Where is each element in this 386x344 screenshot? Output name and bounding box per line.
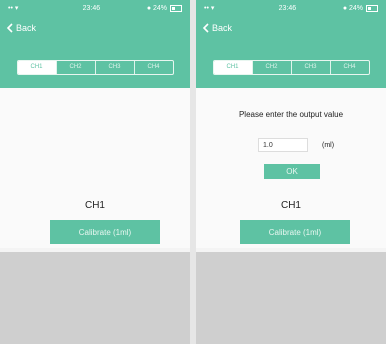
battery-indicator: ● 24% xyxy=(146,4,182,12)
channel-tabs: CH1 CH2 CH3 CH4 xyxy=(196,54,386,80)
input-row: (ml) xyxy=(258,138,334,152)
tab-ch2[interactable]: CH2 xyxy=(253,60,292,74)
tab-ch2[interactable]: CH2 xyxy=(57,60,96,74)
tabs-group: CH1 CH2 CH3 CH4 xyxy=(212,59,370,75)
nav-row: Back xyxy=(196,16,386,40)
two-phone-screens: •• ▾ 23:46 ● 24% Back CH1 CH2 CH3 CH4 CH… xyxy=(0,0,386,344)
content: CH1 Calibrate (1ml) xyxy=(0,88,190,248)
battery-icon xyxy=(170,4,182,12)
ok-button[interactable]: OK xyxy=(264,164,320,179)
tabs-group: CH1 CH2 CH3 CH4 xyxy=(16,59,174,75)
chevron-left-icon xyxy=(6,23,13,33)
unit-label: (ml) xyxy=(322,141,335,149)
calibrate-button[interactable]: Calibrate (1ml) xyxy=(240,220,350,244)
tab-ch1[interactable]: CH1 xyxy=(17,60,57,74)
battery-indicator: ● 24% xyxy=(342,4,378,12)
calibrate-button[interactable]: Calibrate (1ml) xyxy=(50,220,160,244)
output-value-input[interactable] xyxy=(258,138,308,152)
right-screen: •• ▾ 23:46 ● 24% Back CH1 CH2 CH3 CH4 Pl… xyxy=(196,0,386,344)
channel-tabs: CH1 CH2 CH3 CH4 xyxy=(0,54,190,80)
nav-row: Back xyxy=(0,16,190,40)
signal-indicator: •• ▾ xyxy=(204,5,215,12)
bottom-area xyxy=(196,252,386,344)
back-label: Back xyxy=(16,23,37,33)
tab-ch1[interactable]: CH1 xyxy=(213,60,253,74)
back-button[interactable]: Back xyxy=(202,23,232,33)
status-time: 23:46 xyxy=(278,4,297,12)
tab-ch3[interactable]: CH3 xyxy=(96,60,135,74)
header: •• ▾ 23:46 ● 24% Back CH1 CH2 CH3 CH4 xyxy=(0,0,190,88)
status-bar: •• ▾ 23:46 ● 24% xyxy=(0,0,190,16)
chevron-left-icon xyxy=(202,23,209,33)
signal-indicator: •• ▾ xyxy=(8,5,19,12)
status-time: 23:46 xyxy=(82,4,101,12)
left-screen: •• ▾ 23:46 ● 24% Back CH1 CH2 CH3 CH4 CH… xyxy=(0,0,190,344)
channel-label: CH1 xyxy=(280,200,301,211)
tab-ch3[interactable]: CH3 xyxy=(292,60,331,74)
tab-ch4[interactable]: CH4 xyxy=(331,61,369,74)
battery-icon xyxy=(366,4,378,12)
battery-text: ● 24% xyxy=(342,4,363,12)
battery-text: ● 24% xyxy=(146,4,167,12)
content: Please enter the output value (ml) OK CH… xyxy=(196,88,386,248)
header: •• ▾ 23:46 ● 24% Back CH1 CH2 CH3 CH4 xyxy=(196,0,386,88)
back-label: Back xyxy=(212,23,233,33)
status-bar: •• ▾ 23:46 ● 24% xyxy=(196,0,386,16)
bottom-area xyxy=(0,252,190,344)
tab-ch4[interactable]: CH4 xyxy=(135,61,173,74)
channel-label: CH1 xyxy=(84,200,105,211)
back-button[interactable]: Back xyxy=(6,23,36,33)
output-value-prompt: Please enter the output value xyxy=(238,110,344,119)
